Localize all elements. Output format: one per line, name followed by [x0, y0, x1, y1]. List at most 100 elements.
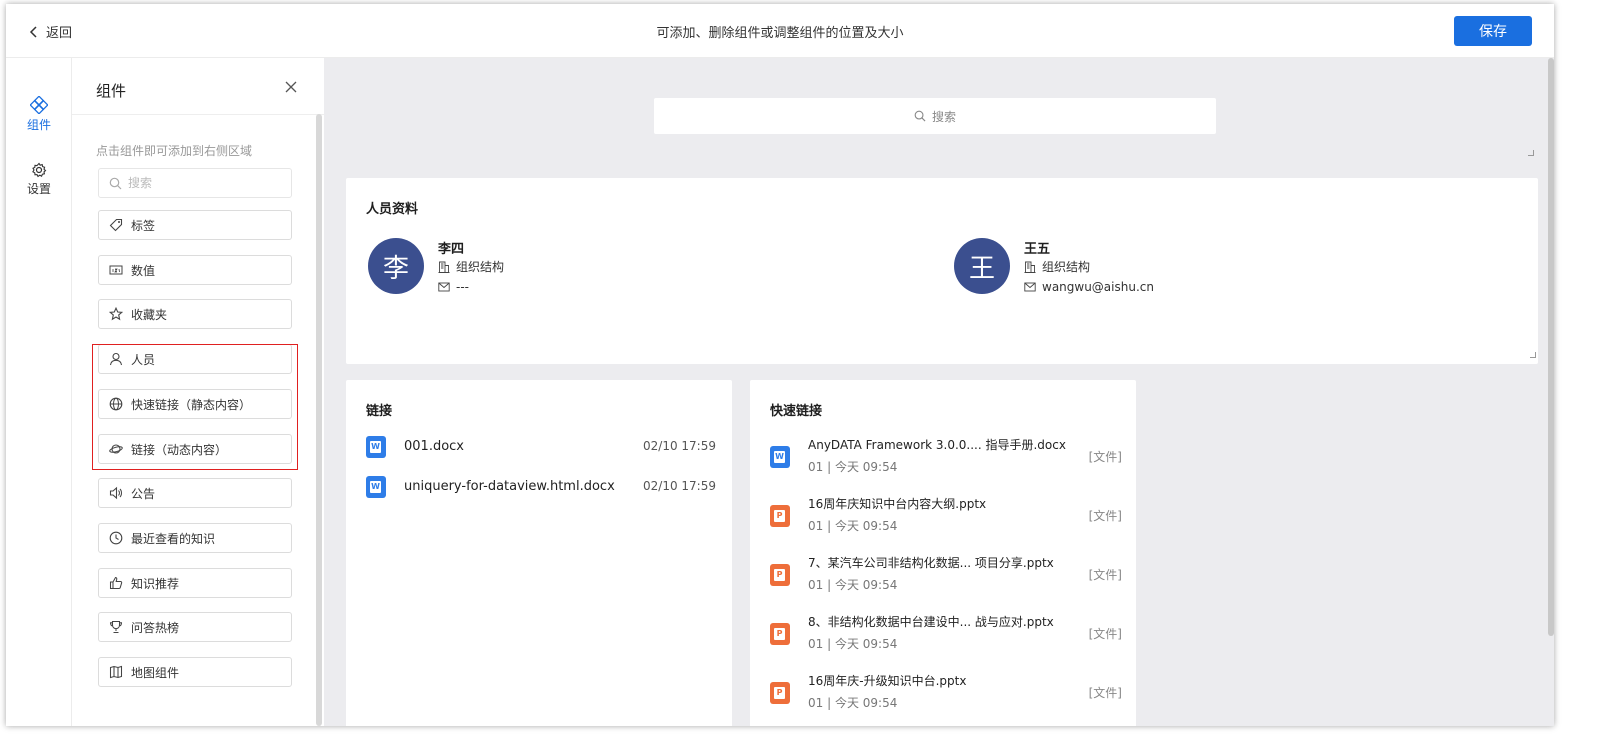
- quick-link-item[interactable]: P 16周年庆知识中台内容大纲.pptx 01 | 今天 09:54 [文件]: [770, 495, 1122, 539]
- component-label: 最近查看的知识: [131, 531, 216, 546]
- quick-link-type: [文件]: [1088, 686, 1122, 700]
- quick-link-meta: 01 | 今天 09:54: [808, 578, 898, 592]
- person-org-label: 组织结构: [1042, 260, 1091, 274]
- component-item-map[interactable]: 地图组件: [98, 657, 292, 687]
- top-bar: 返回 可添加、删除组件或调整组件的位置及大小 保存: [6, 4, 1554, 58]
- quick-link-type: [文件]: [1088, 568, 1122, 582]
- component-label: 知识推荐: [131, 576, 180, 591]
- quick-link-item[interactable]: P 16周年庆-升级知识中台.pptx 01 | 今天 09:54 [文件]: [770, 672, 1122, 716]
- quick-link-name: 16周年庆知识中台内容大纲.pptx: [808, 497, 987, 511]
- layout-canvas: 搜索 人员资料 李 李四 组织结构 --- 王 王五 组织结构 wangwu@a…: [324, 58, 1554, 726]
- component-label: 问答热榜: [131, 620, 180, 635]
- ppt-file-icon: P: [770, 564, 790, 586]
- component-item-recommendation[interactable]: 知识推荐: [98, 568, 292, 598]
- trophy-icon: [109, 620, 123, 634]
- component-item-qa-ranking[interactable]: 问答热榜: [98, 612, 292, 642]
- link-item[interactable]: W 001.docx 02/10 17:59: [366, 436, 716, 460]
- link-time: 02/10 17:59: [643, 479, 716, 493]
- mail-icon: [1024, 282, 1036, 292]
- quick-link-name: 16周年庆-升级知识中台.pptx: [808, 674, 967, 688]
- component-label: 链接（动态内容）: [131, 442, 228, 457]
- panel-scrollbar[interactable]: [316, 114, 322, 726]
- person-email: ---: [438, 280, 469, 294]
- rail-label-settings: 设置: [26, 182, 51, 196]
- ppt-file-icon: P: [770, 682, 790, 704]
- word-file-icon: W: [366, 476, 386, 498]
- quick-link-name: 7、某汽车公司非结构化数据... 项目分享.pptx: [808, 556, 1054, 570]
- component-label: 公告: [131, 486, 156, 501]
- person-name: 李四: [438, 242, 465, 257]
- component-label: 地图组件: [131, 665, 180, 680]
- link-item[interactable]: W uniquery-for-dataview.html.docx 02/10 …: [366, 476, 716, 500]
- globe-icon: [109, 397, 123, 411]
- mail-icon: [438, 282, 450, 292]
- quick-link-meta: 01 | 今天 09:54: [808, 637, 898, 651]
- quick-links-card[interactable]: 快速链接 W AnyDATA Framework 3.0.0.... 指导手册.…: [750, 380, 1136, 726]
- links-card[interactable]: 链接 W 001.docx 02/10 17:59 W uniquery-for…: [346, 380, 732, 726]
- component-item-announcement[interactable]: 公告: [98, 478, 292, 508]
- ppt-file-icon: P: [770, 505, 790, 527]
- rail-label-components: 组件: [26, 118, 51, 132]
- quick-link-item[interactable]: P 8、非结构化数据中台建设中... 战与应对.pptx 01 | 今天 09:…: [770, 613, 1122, 657]
- panel-divider: [72, 114, 324, 115]
- component-item-recent-knowledge[interactable]: 最近查看的知识: [98, 523, 292, 553]
- left-rail: 组件 设置: [6, 58, 72, 726]
- search-icon: [109, 177, 122, 189]
- search-icon: [914, 110, 926, 122]
- component-label: 标签: [131, 218, 156, 233]
- component-label: 数值: [131, 263, 156, 278]
- component-item-favorites[interactable]: 收藏夹: [98, 299, 292, 329]
- close-icon[interactable]: [284, 80, 298, 94]
- resize-handle[interactable]: [1530, 352, 1536, 358]
- resize-handle[interactable]: [1528, 150, 1534, 156]
- canvas-search-placeholder: 搜索: [931, 109, 956, 124]
- building-icon: [438, 261, 450, 273]
- user-icon: [109, 352, 123, 366]
- person-email-label: wangwu@aishu.cn: [1042, 280, 1154, 294]
- component-item-people[interactable]: 人员: [98, 344, 292, 374]
- app-window: 返回 可添加、删除组件或调整组件的位置及大小 保存 组件 设置 组件 点击组件即…: [6, 4, 1554, 726]
- save-button[interactable]: 保存: [1454, 16, 1532, 46]
- component-label: 人员: [131, 352, 156, 367]
- person-org: 组织结构: [438, 258, 504, 275]
- component-item-links[interactable]: 链接（动态内容）: [98, 434, 292, 464]
- star-icon: [109, 307, 123, 321]
- tag-icon: [109, 218, 123, 232]
- map-icon: [109, 665, 123, 679]
- quick-link-type: [文件]: [1088, 450, 1122, 464]
- quick-link-name: AnyDATA Framework 3.0.0.... 指导手册.docx: [808, 438, 1066, 452]
- link-time: 02/10 17:59: [643, 439, 716, 453]
- component-item-tag[interactable]: 标签: [98, 210, 292, 240]
- quick-link-type: [文件]: [1088, 627, 1122, 641]
- links-card-title: 链接: [366, 404, 393, 419]
- link-name: uniquery-for-dataview.html.docx: [404, 479, 615, 494]
- quick-link-name: 8、非结构化数据中台建设中... 战与应对.pptx: [808, 615, 1054, 629]
- person-org-label: 组织结构: [456, 260, 505, 274]
- component-search-input[interactable]: [128, 176, 278, 190]
- component-icon: [30, 96, 48, 114]
- component-item-number[interactable]: 数值: [98, 255, 292, 285]
- page-hint: 可添加、删除组件或调整组件的位置及大小: [656, 26, 904, 41]
- clock-icon: [109, 531, 123, 545]
- person-org: 组织结构: [1024, 258, 1090, 275]
- canvas-scrollbar[interactable]: [1548, 58, 1554, 636]
- number-icon: [109, 265, 123, 275]
- quick-link-item[interactable]: P 7、某汽车公司非结构化数据... 项目分享.pptx 01 | 今天 09:…: [770, 554, 1122, 598]
- people-card-title: 人员资料: [366, 202, 419, 217]
- person-name: 王五: [1024, 242, 1051, 257]
- link-name: 001.docx: [404, 439, 464, 454]
- rail-item-settings[interactable]: 设置: [6, 162, 72, 197]
- panel-title: 组件: [96, 82, 127, 100]
- rail-item-components[interactable]: 组件: [6, 96, 72, 133]
- people-card[interactable]: 人员资料 李 李四 组织结构 --- 王 王五 组织结构 wangwu@aish…: [346, 178, 1538, 364]
- word-file-icon: W: [366, 436, 386, 458]
- quick-link-meta: 01 | 今天 09:54: [808, 519, 898, 533]
- person-email-label: ---: [456, 280, 469, 294]
- quick-links-card-title: 快速链接: [770, 404, 823, 419]
- quick-link-item[interactable]: W AnyDATA Framework 3.0.0.... 指导手册.docx …: [770, 436, 1122, 480]
- quick-link-meta: 01 | 今天 09:54: [808, 696, 898, 710]
- canvas-search-widget[interactable]: 搜索: [654, 98, 1216, 134]
- component-item-quick-links[interactable]: 快速链接（静态内容）: [98, 389, 292, 419]
- component-label: 快速链接（静态内容）: [131, 397, 252, 412]
- component-search[interactable]: [98, 168, 292, 198]
